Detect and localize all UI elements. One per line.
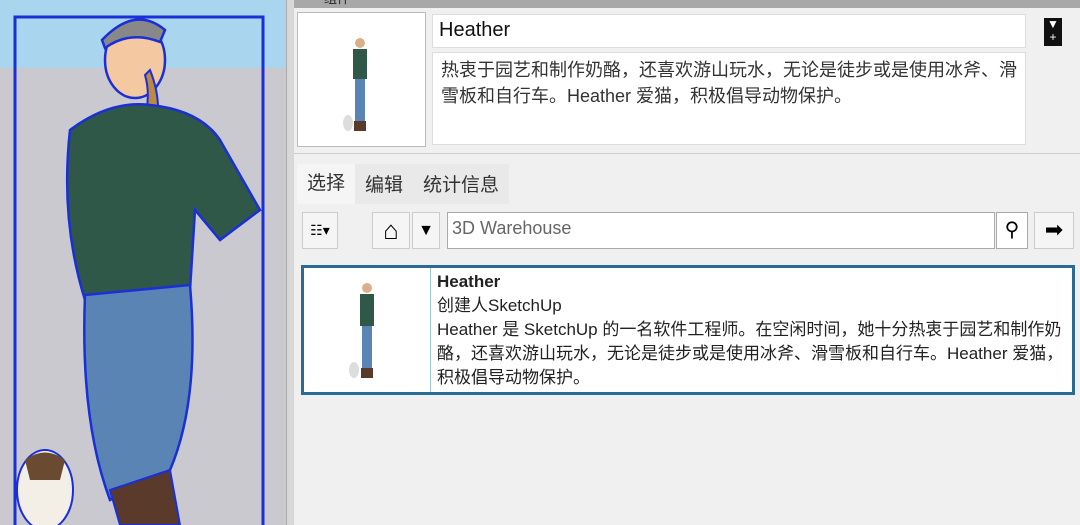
components-panel: 组件 Heather 热衷于园艺和制作奶酪，还喜欢游山玩水，无论是徒步或是使用冰… <box>294 0 1080 525</box>
tab-statistics[interactable]: 统计信息 <box>413 164 510 204</box>
tab-edit[interactable]: 编辑 <box>355 164 414 204</box>
result-description: Heather 是 SketchUp 的一名软件工程师。在空闲时间，她十分热衷于… <box>437 320 1064 387</box>
heather-figure <box>13 15 265 525</box>
divider <box>294 153 1080 154</box>
panel-title: 组件 <box>294 0 1080 8</box>
search-button[interactable]: ⚲ <box>996 212 1028 249</box>
search-input[interactable]: 3D Warehouse <box>447 212 995 249</box>
plus-icon: + <box>1049 30 1057 44</box>
home-button[interactable]: ⌂ <box>372 212 410 249</box>
result-title[interactable]: Heather <box>437 270 1073 294</box>
home-icon: ⌂ <box>383 215 399 245</box>
3d-viewport[interactable] <box>0 0 290 525</box>
details-button[interactable]: ➡ <box>1034 212 1074 249</box>
tab-bar: 选择 编辑 统计信息 <box>297 164 510 204</box>
search-icon: ⚲ <box>1004 219 1020 241</box>
component-description-field[interactable]: 热衷于园艺和制作奶酪，还喜欢游山玩水，无论是徒步或是使用冰斧、滑雪板和自行车。H… <box>432 52 1026 145</box>
component-thumbnail <box>297 12 426 147</box>
dropdown-icon: ▼ <box>418 222 434 239</box>
panel-splitter[interactable] <box>286 0 294 525</box>
arrow-right-icon: ➡ <box>1044 217 1064 242</box>
list-item[interactable]: Heather 创建人SketchUp Heather 是 SketchUp 的… <box>301 265 1075 395</box>
tab-select[interactable]: 选择 <box>297 164 356 204</box>
toolbar: ☷▾ ⌂ ▼ 3D Warehouse ⚲ ➡ <box>294 204 1080 256</box>
component-name-field[interactable]: Heather <box>432 14 1026 48</box>
result-thumbnail <box>304 268 431 392</box>
details-menu-button[interactable]: ▼ + <box>1044 18 1062 46</box>
result-creator: 创建人SketchUp <box>437 296 562 315</box>
view-options-button[interactable]: ☷▾ <box>302 212 338 249</box>
dropdown-icon: ▼ <box>1047 17 1059 31</box>
navigation-dropdown-button[interactable]: ▼ <box>412 212 440 249</box>
list-view-icon: ☷▾ <box>310 222 330 238</box>
